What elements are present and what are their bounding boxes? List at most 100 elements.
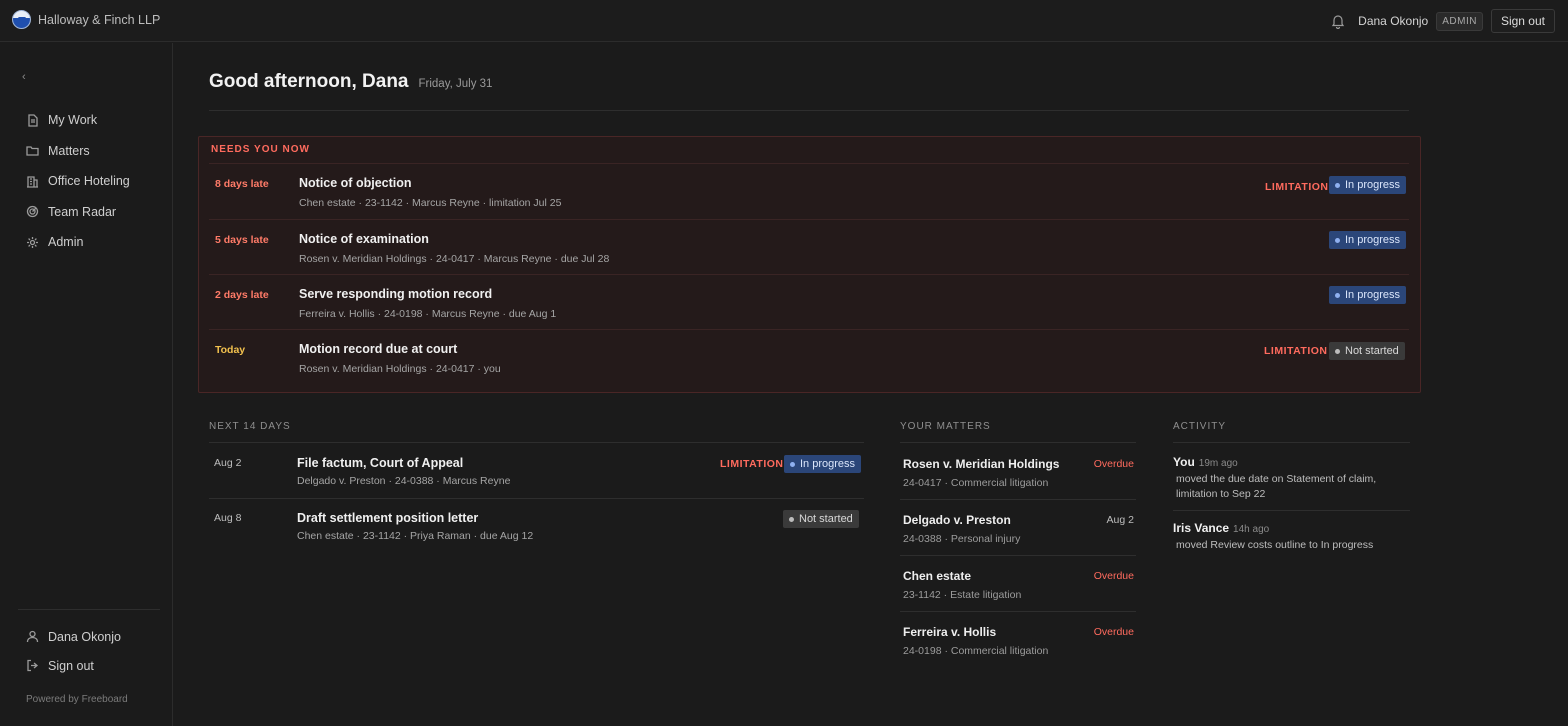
late-indicator: 2 days late [215, 289, 269, 301]
sidebar-item-label: Admin [48, 235, 84, 250]
firm-name: Halloway & Finch LLP [38, 12, 161, 27]
status-label: In progress [1345, 289, 1401, 301]
limitation-flag: LIMITATION [1265, 181, 1329, 193]
top-right-controls: Dana Okonjo ADMIN Sign out [1330, 9, 1555, 33]
sidebar-item-label: Sign out [48, 658, 94, 673]
sign-out-button[interactable]: Sign out [1490, 9, 1555, 33]
status-dot-icon [1335, 292, 1340, 298]
sidebar-item-my-work[interactable]: My Work [26, 105, 130, 136]
folder-icon [26, 146, 39, 156]
status-dot-icon [1335, 182, 1340, 188]
header-date: Friday, July 31 [418, 78, 493, 90]
limitation-flag: LIMITATION [1264, 345, 1328, 357]
task-title: File factum, Court of Appeal [297, 456, 464, 470]
matter-row[interactable]: Delgado v. Preston 24-0388 · Personal in… [900, 499, 1136, 555]
sidebar-item-label: My Work [48, 113, 98, 128]
activity-actor: Iris Vance [1173, 521, 1230, 535]
activity-text: moved the due date on Statement of claim… [1176, 473, 1377, 500]
status-badge[interactable]: In progress [784, 455, 862, 473]
header-divider [209, 110, 1409, 111]
late-indicator: 8 days late [215, 178, 269, 190]
due-date: Aug 2 [214, 457, 242, 469]
matter-name: Chen estate [903, 569, 972, 583]
brand[interactable]: Halloway & Finch LLP [12, 10, 160, 29]
status-badge[interactable]: In progress [1329, 176, 1407, 194]
status-dot-icon [1335, 348, 1340, 354]
task-title: Draft settlement position letter [297, 511, 479, 525]
status-label: In progress [1345, 234, 1401, 246]
task-meta: Rosen v. Meridian Holdings · 24-0417 · y… [299, 363, 501, 375]
row-divider [1173, 510, 1410, 511]
activity-time: 14h ago [1233, 524, 1270, 535]
status-dot-icon [789, 516, 794, 522]
bell-icon[interactable] [1330, 13, 1346, 29]
matter-name: Delgado v. Preston [903, 513, 1011, 527]
task-row[interactable]: 2 days late Serve responding motion reco… [209, 274, 1409, 329]
activity-item: Iris Vance 14h ago moved Review costs out… [1173, 521, 1410, 553]
needs-you-now-panel: NEEDS YOU NOW 8 days late Notice of obje… [198, 136, 1421, 393]
status-dot-icon [790, 461, 795, 467]
task-row[interactable]: Aug 2 File factum, Court of Appeal Delga… [209, 443, 864, 498]
status-badge[interactable]: Not started [1329, 342, 1405, 360]
status-label: In progress [800, 458, 856, 470]
firm-logo-icon [12, 10, 31, 29]
matter-name: Rosen v. Meridian Holdings [903, 457, 1060, 471]
matter-row[interactable]: Rosen v. Meridian Holdings 24-0417 · Com… [900, 443, 1136, 499]
sidebar-item-admin[interactable]: Admin [26, 227, 130, 258]
task-meta: Chen estate · 23-1142 · Marcus Reyne · l… [299, 197, 562, 209]
sidebar-item-label: Dana Okonjo [48, 629, 121, 644]
status-badge[interactable]: In progress [1329, 286, 1407, 304]
status-label: In progress [1345, 179, 1401, 191]
radar-icon [26, 206, 39, 218]
task-row[interactable]: 8 days late Notice of objection Chen est… [209, 163, 1409, 218]
late-indicator: Today [215, 344, 246, 356]
sidebar-item-label: Matters [48, 143, 90, 158]
due-date: Aug 8 [214, 512, 242, 524]
section-divider [1173, 442, 1410, 443]
current-user-name: Dana Okonjo [1358, 14, 1429, 28]
sidebar-item-matters[interactable]: Matters [26, 136, 130, 167]
task-row[interactable]: Today Motion record due at court Rosen v… [209, 329, 1409, 384]
building-icon [27, 176, 38, 188]
matter-row[interactable]: Chen estate 23-1142 · Estate litigation … [900, 555, 1136, 611]
top-bar: Halloway & Finch LLP Dana Okonjo ADMIN S… [0, 0, 1568, 42]
section-title: NEEDS YOU NOW [211, 144, 310, 155]
role-badge: ADMIN [1436, 11, 1483, 31]
status-badge[interactable]: In progress [1329, 231, 1407, 249]
matter-details: 24-0198 · Commercial litigation [903, 645, 1049, 657]
page-header: Good afternoon, Dana Friday, July 31 [209, 71, 492, 93]
sidebar-item-profile[interactable]: Dana Okonjo [26, 622, 121, 651]
collapse-sidebar-icon[interactable]: ‹ [22, 71, 26, 83]
matter-details: 24-0388 · Personal injury [903, 533, 1021, 545]
activity-actor: You [1173, 455, 1195, 469]
sidebar-item-office-hoteling[interactable]: Office Hoteling [26, 166, 130, 197]
activity-text: moved Review costs outline to In progres… [1176, 539, 1374, 551]
activity-time: 19m ago [1198, 458, 1238, 469]
matter-name: Ferreira v. Hollis [903, 625, 997, 639]
matter-status: Aug 2 [1106, 514, 1134, 526]
section-title: YOUR MATTERS [900, 421, 991, 432]
greeting-title: Good afternoon, Dana [209, 71, 409, 92]
user-icon [26, 630, 39, 643]
sidebar-account: Dana Okonjo Sign out [26, 622, 121, 680]
matter-status: Overdue [1093, 458, 1134, 470]
status-label: Not started [1345, 345, 1399, 357]
status-badge[interactable]: Not started [783, 510, 859, 528]
task-row[interactable]: 5 days late Notice of examination Rosen … [209, 219, 1409, 274]
matter-details: 24-0417 · Commercial litigation [903, 477, 1049, 489]
task-title: Notice of objection [299, 176, 412, 190]
powered-by[interactable]: Powered by Freeboard [26, 694, 128, 705]
section-title: NEXT 14 DAYS [209, 421, 291, 432]
sidebar-item-sign-out[interactable]: Sign out [26, 651, 121, 680]
sidebar-divider [18, 609, 160, 610]
sidebar-item-team-radar[interactable]: Team Radar [26, 197, 130, 228]
gear-icon [27, 236, 38, 248]
task-meta: Rosen v. Meridian Holdings · 24-0417 · M… [299, 253, 610, 265]
status-dot-icon [1335, 237, 1340, 243]
matter-row[interactable]: Ferreira v. Hollis 24-0198 · Commercial … [900, 611, 1136, 667]
task-meta: Delgado v. Preston · 24-0388 · Marcus Re… [297, 475, 511, 487]
sign-out-icon [27, 659, 39, 672]
status-label: Not started [799, 513, 853, 525]
task-row[interactable]: Aug 8 Draft settlement position letter C… [209, 498, 864, 553]
matter-status: Overdue [1093, 570, 1134, 582]
